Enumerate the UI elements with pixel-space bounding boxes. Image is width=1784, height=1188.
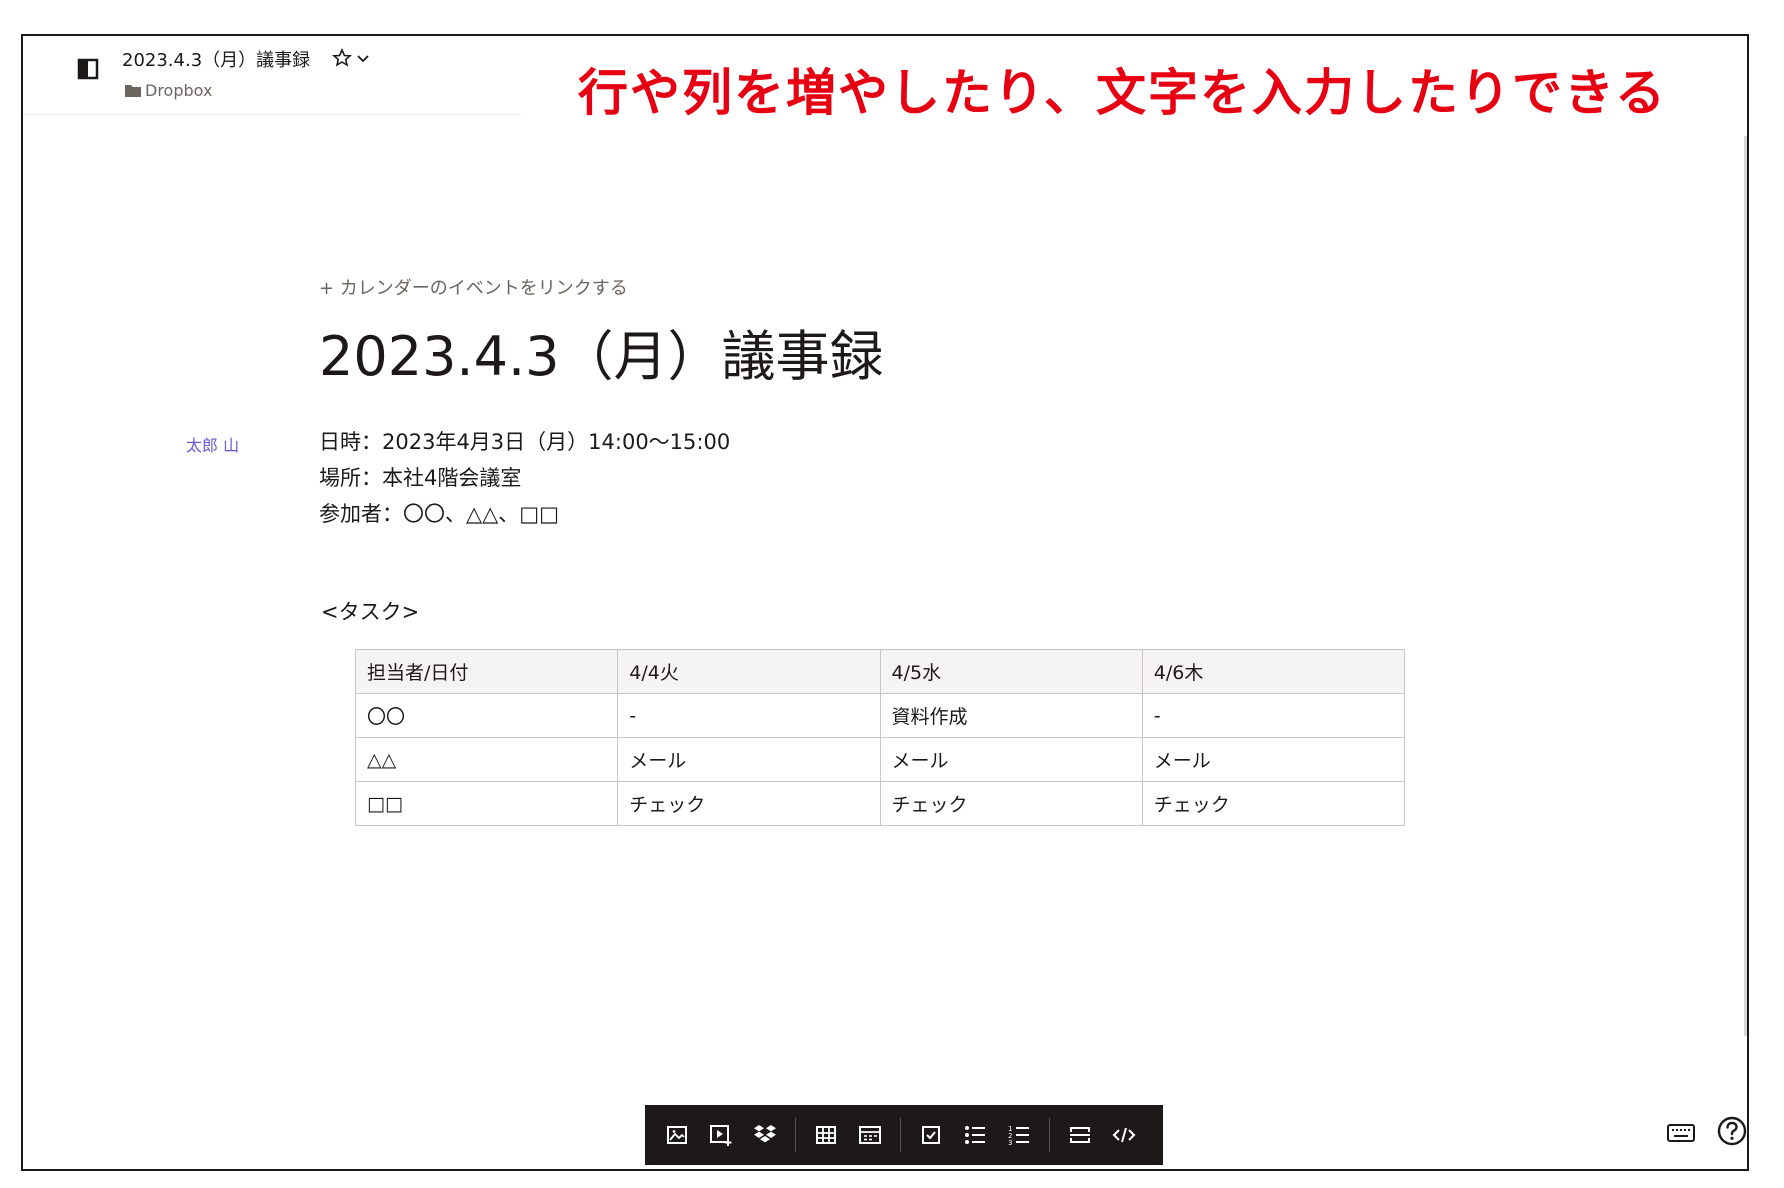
timeline-icon bbox=[859, 1126, 881, 1144]
code-icon bbox=[1112, 1127, 1136, 1143]
breadcrumb[interactable]: Dropbox bbox=[125, 81, 212, 100]
insert-dropbox-file-button[interactable] bbox=[743, 1113, 787, 1157]
table-header-cell[interactable]: 4/6木 bbox=[1141, 649, 1406, 694]
toolbar-divider bbox=[795, 1118, 796, 1152]
keyboard-shortcuts-icon[interactable] bbox=[1666, 1120, 1696, 1146]
task-table[interactable]: 担当者/日付 4/4火 4/5水 4/6木 〇〇 - 資料作成 - △△ メール… bbox=[354, 649, 1406, 826]
table-header-row: 担当者/日付 4/4火 4/5水 4/6木 bbox=[354, 649, 1406, 694]
table-cell[interactable]: チェック bbox=[1141, 781, 1406, 826]
doc-title[interactable]: 2023.4.3（月）議事録 bbox=[122, 46, 310, 72]
insert-numbered-list-button[interactable]: 1 2 3 bbox=[997, 1113, 1041, 1157]
folder-label: Dropbox bbox=[145, 81, 213, 100]
table-row: △△ メール メール メール bbox=[354, 737, 1406, 782]
insert-video-button[interactable] bbox=[699, 1113, 743, 1157]
meta-date[interactable]: 日時：2023年4月3日（月）14:00～15:00 bbox=[319, 424, 730, 460]
folder-icon bbox=[125, 85, 141, 97]
bullet-list-icon bbox=[965, 1126, 985, 1144]
header-bar: 2023.4.3（月）議事録 Dropbox bbox=[23, 36, 521, 115]
table-cell[interactable]: - bbox=[1141, 693, 1406, 738]
meta-attendees[interactable]: 参加者：〇〇、△△、□□ bbox=[319, 496, 730, 532]
link-calendar-event[interactable]: + カレンダーのイベントをリンクする bbox=[319, 274, 628, 300]
video-icon bbox=[710, 1125, 732, 1146]
table-cell[interactable]: チェック bbox=[879, 781, 1143, 826]
scrollbar[interactable] bbox=[1744, 136, 1747, 1036]
checklist-icon bbox=[922, 1126, 940, 1144]
insert-table-button[interactable] bbox=[804, 1113, 848, 1157]
toolbar-divider bbox=[1049, 1118, 1050, 1152]
table-row: □□ チェック チェック チェック bbox=[354, 781, 1406, 826]
task-heading[interactable]: <タスク> bbox=[321, 596, 419, 626]
sidebar-toggle-icon[interactable] bbox=[77, 58, 99, 80]
insert-toolbar: 1 2 3 bbox=[645, 1105, 1163, 1165]
table-cell[interactable]: メール bbox=[879, 737, 1143, 782]
page-title[interactable]: 2023.4.3（月）議事録 bbox=[319, 312, 883, 391]
insert-timeline-button[interactable] bbox=[848, 1113, 892, 1157]
table-cell[interactable]: メール bbox=[1141, 737, 1406, 782]
star-icon[interactable] bbox=[332, 48, 352, 68]
insert-checklist-button[interactable] bbox=[909, 1113, 953, 1157]
dropbox-icon bbox=[754, 1125, 776, 1143]
image-icon bbox=[667, 1126, 687, 1144]
numbered-list-icon: 1 2 3 bbox=[1008, 1125, 1029, 1146]
table-cell[interactable]: メール bbox=[617, 737, 881, 782]
author-label: 太郎 山 bbox=[186, 436, 240, 455]
annotation-caption: 行や列を増やしたり、文字を入力したりできる bbox=[578, 64, 1667, 122]
table-header-cell[interactable]: 4/4火 bbox=[617, 649, 881, 694]
app-window: 2023.4.3（月）議事録 Dropbox 行や列を増やしたり、文字を入力した… bbox=[21, 34, 1749, 1171]
table-cell[interactable]: チェック bbox=[617, 781, 881, 826]
table-cell[interactable]: 資料作成 bbox=[879, 693, 1143, 738]
chevron-down-icon[interactable] bbox=[355, 50, 371, 66]
table-icon bbox=[816, 1126, 836, 1144]
insert-divider-button[interactable] bbox=[1058, 1113, 1102, 1157]
meta-place[interactable]: 場所：本社4階会議室 bbox=[319, 460, 730, 496]
table-cell[interactable]: △△ bbox=[354, 737, 619, 782]
insert-bullet-list-button[interactable] bbox=[953, 1113, 997, 1157]
toolbar-divider bbox=[900, 1118, 901, 1152]
meeting-details[interactable]: 日時：2023年4月3日（月）14:00～15:00 場所：本社4階会議室 参加… bbox=[319, 424, 730, 532]
table-header-cell[interactable]: 4/5水 bbox=[879, 649, 1143, 694]
svg-text:3: 3 bbox=[1008, 1139, 1012, 1146]
table-cell[interactable]: - bbox=[617, 693, 881, 738]
insert-code-button[interactable] bbox=[1102, 1113, 1146, 1157]
table-header-cell[interactable]: 担当者/日付 bbox=[354, 649, 619, 694]
table-cell[interactable]: 〇〇 bbox=[354, 693, 619, 738]
help-icon[interactable] bbox=[1716, 1115, 1748, 1147]
divider-icon bbox=[1070, 1127, 1090, 1143]
table-row: 〇〇 - 資料作成 - bbox=[354, 693, 1406, 738]
insert-image-button[interactable] bbox=[655, 1113, 699, 1157]
table-cell[interactable]: □□ bbox=[354, 781, 619, 826]
